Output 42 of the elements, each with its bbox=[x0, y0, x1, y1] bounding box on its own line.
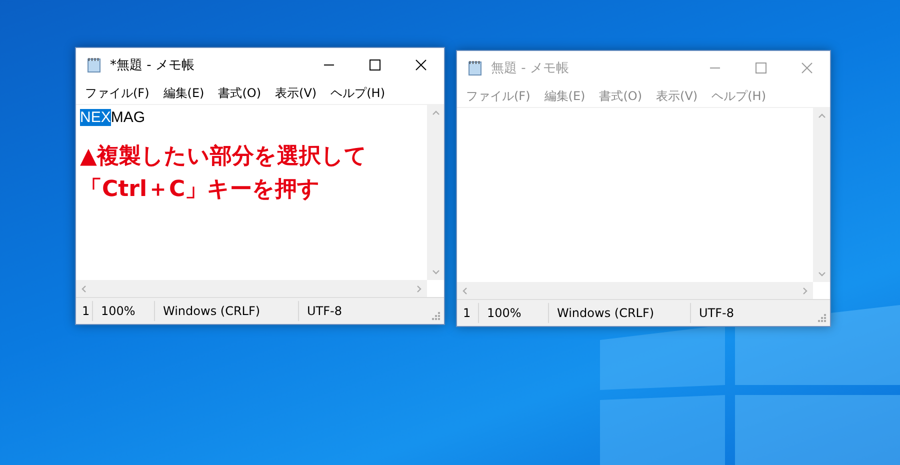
status-cell: Windows (CRLF) bbox=[154, 301, 298, 321]
menu-item[interactable]: 書式(O) bbox=[211, 83, 268, 103]
scroll-down-icon[interactable] bbox=[818, 270, 826, 278]
menu-item[interactable]: 表示(V) bbox=[268, 83, 324, 103]
menu-item[interactable]: 編集(E) bbox=[156, 83, 212, 103]
notepad-icon bbox=[467, 60, 483, 76]
close-icon bbox=[801, 62, 813, 74]
menu-item[interactable]: ヘルプ(H) bbox=[704, 86, 773, 106]
status-cell: Windows (CRLF) bbox=[548, 303, 690, 323]
close-icon bbox=[415, 59, 427, 71]
scroll-up-icon[interactable] bbox=[818, 112, 826, 120]
scroll-left-icon[interactable] bbox=[461, 286, 469, 294]
status-cell-text: 1 bbox=[462, 305, 472, 322]
scroll-right-icon[interactable] bbox=[801, 286, 809, 294]
menu-item[interactable]: 編集(E) bbox=[537, 86, 592, 106]
scroll-down-icon[interactable] bbox=[432, 268, 440, 276]
menu-item[interactable]: 表示(V) bbox=[649, 86, 705, 106]
notepad-icon bbox=[86, 57, 102, 73]
scroll-right-icon[interactable] bbox=[415, 284, 423, 292]
text-content: NEXMAG bbox=[80, 108, 146, 126]
status-cell-text: 1 bbox=[81, 303, 91, 320]
maximize-icon bbox=[755, 62, 767, 74]
annotation-text: ▲複製したい部分を選択して 「Ctrl＋C」キーを押す bbox=[80, 143, 367, 204]
status-cell: 100% bbox=[478, 303, 548, 323]
status-cell: UTF-8 bbox=[690, 303, 810, 323]
window-title: 無題 - メモ帳 bbox=[491, 60, 570, 77]
vertical-scrollbar[interactable] bbox=[427, 105, 444, 280]
resize-grip-icon[interactable] bbox=[431, 311, 441, 321]
horizontal-scrollbar[interactable] bbox=[76, 280, 427, 297]
scroll-up-icon[interactable] bbox=[432, 109, 440, 117]
horizontal-scrollbar[interactable] bbox=[457, 282, 813, 299]
status-cell: UTF-8 bbox=[298, 301, 418, 321]
menu-item[interactable]: ファイル(F) bbox=[78, 83, 156, 103]
resize-grip-icon[interactable] bbox=[817, 313, 827, 323]
maximize-icon bbox=[369, 59, 381, 71]
status-cell: 100% bbox=[92, 301, 154, 321]
menu-item[interactable]: ファイル(F) bbox=[459, 86, 538, 106]
window-title: *無題 - メモ帳 bbox=[110, 57, 196, 74]
vertical-scrollbar[interactable] bbox=[813, 108, 830, 282]
menu-item[interactable]: ヘルプ(H) bbox=[324, 83, 392, 103]
menu-item[interactable]: 書式(O) bbox=[592, 86, 650, 106]
scroll-left-icon[interactable] bbox=[80, 284, 88, 292]
